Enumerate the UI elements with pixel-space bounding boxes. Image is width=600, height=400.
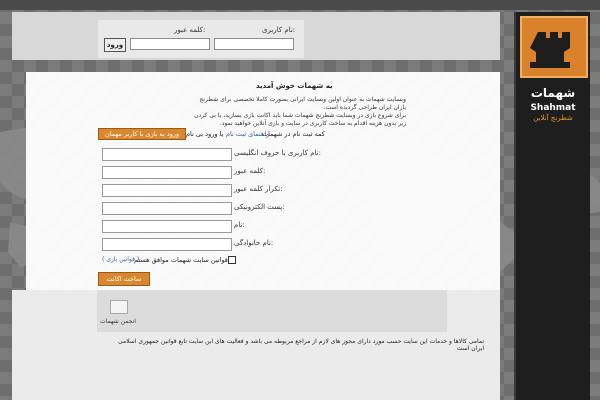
field-label: نام خانوادگی: [234, 239, 274, 247]
intro-line: زیر بدون هزینه اقدام به ساخت کاربری در س… [219, 120, 406, 127]
forum-link[interactable]: انجمن شهمات [100, 318, 136, 325]
copyright-text: تمامی کالاها و خدمات این سایت حسب مورد د… [117, 338, 484, 352]
first-name-field[interactable] [102, 220, 232, 233]
intro-line: بازان ایران طراحی گردیده است. [323, 104, 406, 111]
login-button[interactable]: ورود [104, 38, 126, 52]
rules-text: قوانین سایت شهمات موافق هستم [134, 256, 228, 264]
brand-name-en: Shahmat [530, 103, 576, 113]
confirm-password-field[interactable] [102, 184, 232, 197]
field-label: تکرار کلمه عبور: [234, 185, 283, 193]
rook-icon[interactable] [520, 16, 588, 78]
register-text: کمه ثبت نام در شهمات [262, 130, 325, 138]
guest-login-button[interactable]: ورود به بازی با کاربر مهمان [98, 128, 186, 140]
password-label: کلمه عبور: [174, 26, 206, 34]
username-label: نام کاربری: [262, 26, 296, 34]
username-field[interactable] [102, 148, 232, 161]
brand-sidebar: شهمات Shahmat شطرنج آنلاین [514, 12, 590, 400]
password-input[interactable] [130, 38, 210, 50]
top-strip [0, 0, 600, 10]
brand-tagline: شطرنج آنلاین [533, 114, 573, 122]
registration-panel: به شهمات خوش آمدید وبسایت شهمات به عنوان… [26, 72, 500, 292]
intro-line: برای شروع بازی در وبسایت شطرنج شهمات شما… [194, 112, 406, 119]
welcome-title: به شهمات خوش آمدید [256, 82, 333, 90]
field-label: کلمه عبور: [234, 167, 266, 175]
guest-login-text: یا ورود بی نام [186, 130, 224, 138]
create-account-button[interactable]: ساخت اکانت [98, 272, 150, 286]
last-name-field[interactable] [102, 238, 232, 251]
forum-icon[interactable] [110, 300, 128, 314]
username-input[interactable] [214, 38, 294, 50]
password-field[interactable] [102, 166, 232, 179]
brand-name-fa: شهمات [530, 86, 576, 100]
intro-line: وبسایت شهمات به عنوان اولین وبسایت ایران… [199, 96, 406, 103]
field-label: پست الکترونیکی: [234, 203, 285, 211]
email-field[interactable] [102, 202, 232, 215]
footer-inner-panel [97, 290, 447, 332]
field-label: نام کاربری با حروف انگلیسی: [234, 149, 321, 157]
field-label: نام: [234, 221, 245, 229]
rules-checkbox[interactable] [228, 256, 236, 264]
